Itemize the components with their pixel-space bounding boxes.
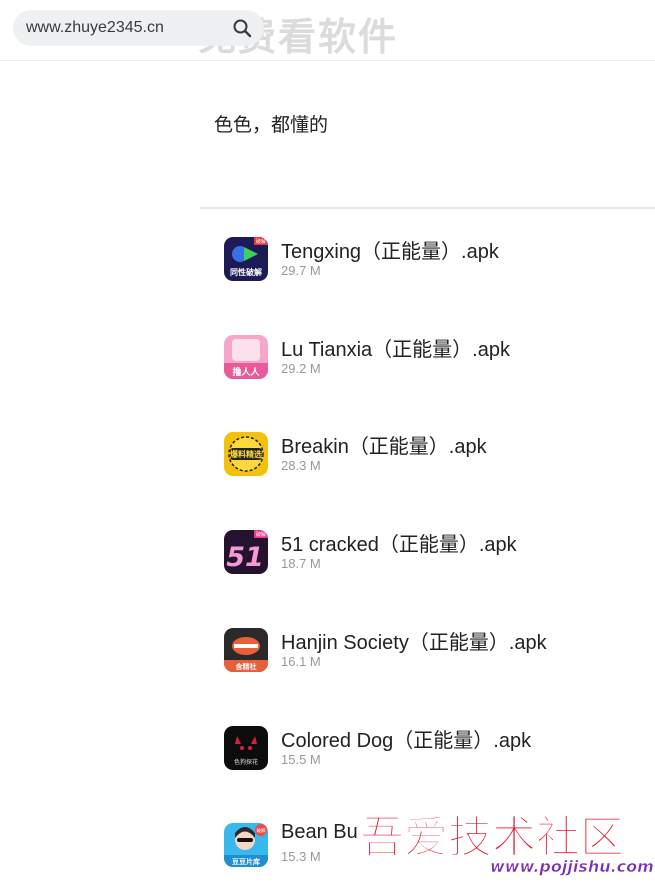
file-size: 15.3 M (281, 849, 321, 864)
app-badge: 破解 (257, 827, 266, 834)
file-item[interactable]: 破解 51 51 cracked（正能量）.apk 18.7 M (224, 528, 644, 588)
watermark-url: www.pojjishu.com (490, 857, 654, 876)
file-item[interactable]: 色狗探花 Colored Dog（正能量）.apk 15.5 M (224, 724, 644, 784)
file-name[interactable]: Lu Tianxia（正能量）.apk (281, 333, 510, 362)
app-icon-hanjin: 含精社 (224, 628, 268, 672)
file-name[interactable]: Tengxing（正能量）.apk (281, 235, 499, 264)
file-size: 28.3 M (281, 458, 321, 473)
file-item[interactable]: 爆料精选 Breakin（正能量）.apk 28.3 M (224, 430, 644, 490)
app-icon-label: 51 (226, 542, 264, 573)
file-size: 15.5 M (281, 752, 321, 767)
app-badge: 破解 (256, 531, 266, 538)
file-name[interactable]: Bean Bu (281, 821, 358, 844)
file-name[interactable]: Colored Dog（正能量）.apk (281, 724, 531, 753)
file-size: 18.7 M (281, 556, 321, 571)
app-icon-tengxing: 破解 同性破解 (224, 237, 268, 281)
app-icon-label: 含精社 (236, 662, 257, 671)
app-icon-51: 破解 51 (224, 530, 268, 574)
app-icon-bean-bun: 破解 豆豆片库 (224, 823, 268, 867)
file-name[interactable]: 51 cracked（正能量）.apk (281, 528, 517, 557)
file-size: 29.7 M (281, 263, 321, 278)
app-icon-lutianxia: 撸人人 (224, 335, 268, 379)
file-item[interactable]: 破解 同性破解 Tengxing（正能量）.apk 29.7 M (224, 235, 644, 295)
app-icon-label: 同性破解 (230, 267, 262, 277)
file-name[interactable]: Hanjin Society（正能量）.apk (281, 626, 547, 655)
url-text[interactable]: www.zhuye2345.cn (26, 19, 164, 37)
file-size: 29.2 M (281, 361, 321, 376)
app-icon-label: 豆豆片库 (232, 857, 260, 866)
file-item[interactable]: 撸人人 Lu Tianxia（正能量）.apk 29.2 M (224, 333, 644, 393)
share-description: 色色，都懂的 (214, 114, 329, 136)
app-icon-colored-dog: 色狗探花 (224, 726, 268, 770)
search-icon[interactable] (232, 18, 252, 38)
url-search-bar[interactable]: www.zhuye2345.cn (13, 10, 264, 46)
app-icon-label: 撸人人 (232, 366, 260, 378)
app-icon-breakin: 爆料精选 (224, 432, 268, 476)
file-name[interactable]: Breakin（正能量）.apk (281, 430, 487, 459)
top-bar: 免费看软件 www.zhuye2345.cn (0, 0, 655, 61)
app-icon-label: 爆料精选 (230, 449, 262, 459)
file-item[interactable]: 含精社 Hanjin Society（正能量）.apk 16.1 M (224, 626, 644, 686)
file-size: 16.1 M (281, 654, 321, 669)
divider (200, 207, 655, 209)
app-icon-label: 色狗探花 (234, 758, 258, 766)
app-badge: 破解 (256, 238, 266, 245)
watermark-text: 吾爱技术社区 (360, 812, 624, 863)
site-watermark: 吾爱技术社区 www.pojjishu.com (360, 812, 655, 877)
